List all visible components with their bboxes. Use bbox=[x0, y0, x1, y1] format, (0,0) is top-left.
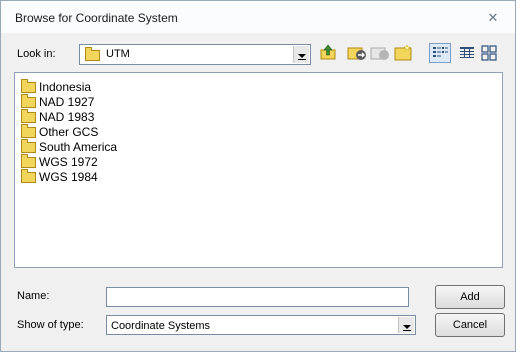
name-label: Name: bbox=[17, 290, 50, 302]
name-field[interactable] bbox=[106, 287, 409, 307]
chevron-down-icon[interactable] bbox=[398, 317, 414, 333]
folder-icon bbox=[21, 139, 36, 153]
list-item-label: Other GCS bbox=[39, 125, 99, 139]
folder-icon bbox=[21, 169, 36, 183]
up-one-level-button[interactable] bbox=[317, 43, 339, 63]
folder-icon bbox=[21, 154, 36, 168]
folder-icon bbox=[21, 109, 36, 123]
type-value: Coordinate Systems bbox=[111, 320, 211, 332]
connect-folder-button[interactable] bbox=[346, 43, 368, 63]
folder-icon bbox=[21, 79, 36, 93]
list-view-button[interactable] bbox=[429, 43, 451, 63]
details-view-icon bbox=[460, 47, 474, 58]
type-label: Show of type: bbox=[17, 319, 84, 331]
title-bar: Browse for Coordinate System ✕ bbox=[1, 1, 515, 33]
look-in-dropdown[interactable]: UTM bbox=[79, 44, 311, 65]
folder-icon bbox=[21, 124, 36, 138]
list-item-label: WGS 1984 bbox=[39, 170, 98, 184]
list-item-label: NAD 1983 bbox=[39, 110, 95, 124]
look-in-value: UTM bbox=[106, 48, 130, 60]
thumbnails-view-button[interactable] bbox=[478, 43, 500, 63]
folder-icon bbox=[21, 94, 36, 108]
list-item-label: Indonesia bbox=[39, 80, 92, 94]
type-dropdown[interactable]: Coordinate Systems bbox=[106, 315, 416, 335]
details-view-button[interactable] bbox=[456, 43, 478, 63]
list-view-icon bbox=[433, 47, 448, 57]
up-one-level-icon bbox=[320, 44, 336, 60]
new-folder-icon bbox=[394, 44, 412, 61]
disconnect-folder-button[interactable] bbox=[369, 43, 391, 63]
list-item-label: WGS 1972 bbox=[39, 155, 98, 169]
chevron-down-icon[interactable] bbox=[293, 46, 309, 63]
dialog-title: Browse for Coordinate System bbox=[15, 11, 178, 25]
add-button[interactable]: Add bbox=[435, 285, 505, 309]
list-item-label: South America bbox=[39, 140, 118, 154]
look-in-label: Look in: bbox=[17, 48, 56, 60]
file-list[interactable]: Indonesia NAD 1927 NAD 1983 Other GCS So… bbox=[14, 72, 503, 268]
cancel-button[interactable]: Cancel bbox=[435, 313, 505, 337]
list-item-label: NAD 1927 bbox=[39, 95, 95, 109]
disconnect-folder-icon bbox=[370, 47, 389, 60]
new-folder-button[interactable] bbox=[392, 43, 414, 63]
close-button[interactable]: ✕ bbox=[483, 9, 503, 27]
connect-folder-icon bbox=[347, 47, 366, 60]
folder-icon bbox=[85, 47, 100, 61]
thumbnails-view-icon bbox=[481, 45, 497, 61]
dialog-window: Browse for Coordinate System ✕ Look in: … bbox=[0, 0, 516, 352]
